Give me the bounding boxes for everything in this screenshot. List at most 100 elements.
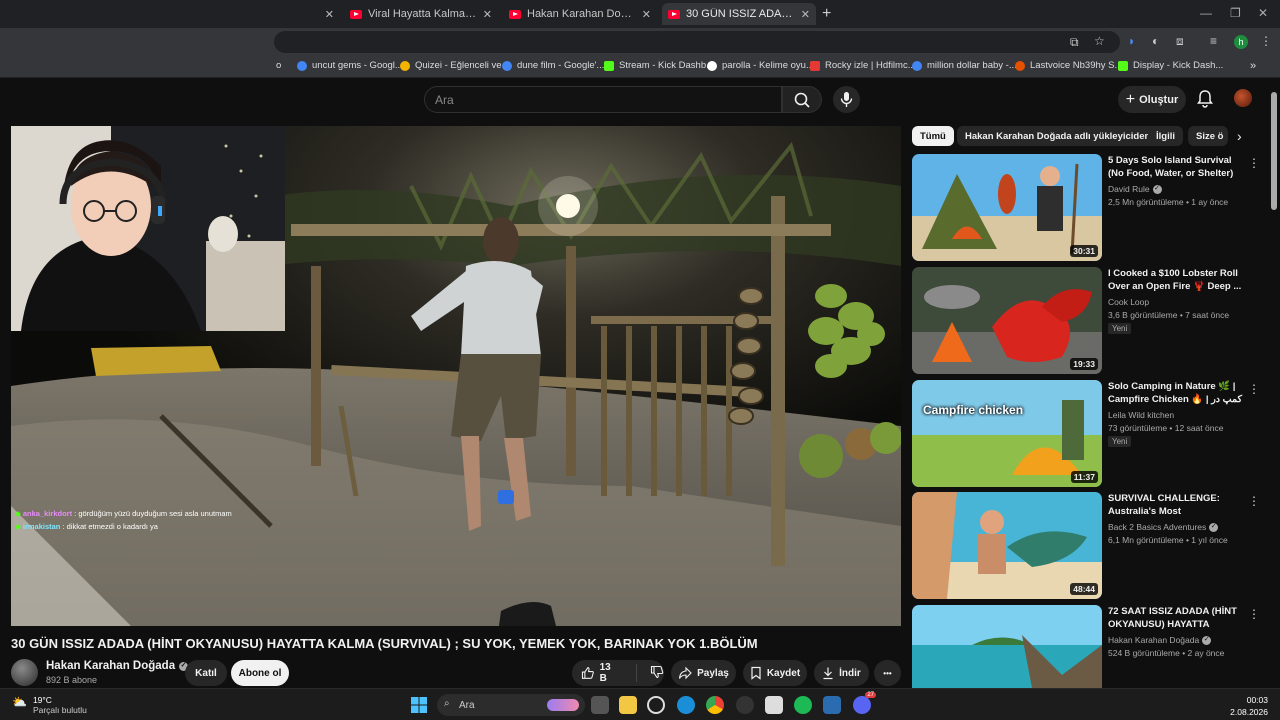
more-vert-icon[interactable]: ⋮ (1248, 494, 1260, 508)
close-icon[interactable]: ✕ (642, 8, 651, 21)
more-vert-icon[interactable]: ⋮ (1248, 382, 1260, 396)
bookmark-item[interactable]: Stream - Kick Dashb... (604, 60, 714, 71)
tab-partial[interactable]: ✕ (276, 3, 340, 25)
discord-icon[interactable]: 27 (853, 692, 876, 714)
app-icon[interactable] (823, 696, 841, 714)
save-button[interactable]: Kaydet (743, 660, 807, 686)
video-thumbnail[interactable]: 48:44 (912, 492, 1102, 599)
more-vert-icon[interactable]: ⋮ (1248, 156, 1260, 170)
profile-avatar[interactable]: h (1234, 35, 1248, 49)
media-queue-icon[interactable]: ≡ (1210, 34, 1217, 48)
bookmark-item[interactable]: million dollar baby -... (912, 60, 1017, 71)
chip-all[interactable]: Tümü (912, 126, 954, 146)
scrollbar-thumb[interactable] (1271, 92, 1277, 210)
recommendation-item[interactable]: Campfire chicken 11:37 Solo Camping in N… (912, 380, 1267, 488)
recommendation-item[interactable]: 48:44 SURVIVAL CHALLENGE: Australia's Mo… (912, 492, 1267, 600)
video-thumbnail[interactable] (912, 605, 1102, 688)
account-avatar[interactable] (1234, 89, 1252, 107)
rec-channel[interactable]: Hakan Karahan Doğada (1108, 635, 1212, 645)
bookmark-item[interactable]: dune film - Google'... (502, 60, 604, 71)
extension-icon-2[interactable]: ◐ (1152, 34, 1159, 48)
install-icon[interactable]: ⧉ (1070, 35, 1079, 50)
share-button[interactable]: Paylaş (671, 660, 736, 686)
bookmark-item[interactable]: uncut gems - Googl... (297, 60, 403, 71)
video-thumbnail[interactable]: Campfire chicken 11:37 (912, 380, 1102, 487)
task-view-icon[interactable] (591, 696, 609, 714)
recommendation-item[interactable]: 30:31 5 Days Solo Island Survival (No Fo… (912, 154, 1267, 262)
rec-title[interactable]: SURVIVAL CHALLENGE: Australia's Most Con… (1108, 492, 1244, 519)
chatgpt-icon[interactable] (647, 696, 665, 714)
chip-for-you[interactable]: Size ö (1188, 126, 1228, 146)
close-window-icon[interactable]: ✕ (1258, 6, 1268, 20)
bookmark-item[interactable]: Quizei - Eğlenceli ve... (400, 60, 510, 71)
spotify-icon[interactable] (794, 696, 812, 714)
file-explorer-icon[interactable] (619, 696, 637, 714)
video-thumbnail[interactable]: 19:33 (912, 267, 1102, 374)
badge-icon: ◆ (15, 522, 21, 531)
thumbs-up-icon (581, 667, 594, 679)
notifications-button[interactable] (1195, 89, 1215, 114)
close-icon[interactable]: ✕ (483, 8, 492, 21)
rec-title[interactable]: 5 Days Solo Island Survival (No Food, Wa… (1108, 154, 1244, 180)
bookmark-item[interactable]: parolla - Kelime oyu... (707, 60, 814, 71)
bookmark-partial[interactable]: o (276, 60, 281, 71)
create-button[interactable]: + Oluştur (1118, 86, 1186, 113)
rec-title[interactable]: Solo Camping in Nature 🌿 | Campfire Chic… (1108, 380, 1244, 407)
recommendation-item[interactable]: 72 SAAT ISSIZ ADADA (HİNT OKYANUSU) HAYA… (912, 605, 1267, 688)
system-clock[interactable]: 00:03 2.08.2026 (1230, 694, 1268, 718)
close-icon[interactable]: ✕ (801, 8, 810, 21)
like-button[interactable]: 13 B (581, 662, 620, 684)
tab-current[interactable]: 30 GÜN ISSIZ ADADA (HİNT OK... ✕ (662, 3, 816, 25)
more-bookmarks-icon[interactable]: » (1250, 60, 1256, 72)
channel-avatar[interactable] (11, 659, 38, 686)
more-vert-icon[interactable]: ⋮ (1248, 607, 1260, 621)
chat-overlay: ◆ anka_kirkdort : gördüğüm yüzü duyduğum… (15, 507, 232, 533)
dislike-button[interactable] (650, 665, 664, 682)
menu-icon[interactable]: ⋮ (1260, 34, 1272, 48)
google-icon (297, 60, 307, 71)
edge-icon[interactable] (677, 696, 695, 714)
voice-search-button[interactable] (833, 86, 860, 113)
maximize-icon[interactable]: ❐ (1230, 6, 1241, 20)
weather-widget[interactable]: ⛅ 19°C Parçalı bulutlu (12, 695, 87, 715)
address-bar[interactable]: ⧉ ☆ (274, 31, 1120, 53)
rec-title[interactable]: I Cooked a $100 Lobster Roll Over an Ope… (1108, 267, 1244, 293)
taskbar-search[interactable]: ⌕ Ara (437, 694, 585, 716)
search-button[interactable] (782, 86, 822, 113)
rec-channel[interactable]: Back 2 Basics Adventures (1108, 522, 1219, 532)
chevron-right-icon[interactable]: › (1237, 128, 1242, 144)
rec-channel[interactable]: Leila Wild kitchen (1108, 410, 1174, 420)
extension-icon[interactable]: ◗ (1128, 34, 1135, 48)
chip-related[interactable]: İlgili (1148, 126, 1183, 146)
bookmark-item[interactable]: Rocky izle | Hdfilmc... (810, 60, 916, 71)
download-button[interactable]: İndir (814, 660, 869, 686)
extensions-puzzle-icon[interactable]: ⧈ (1176, 34, 1184, 49)
rec-channel[interactable]: Cook Loop (1108, 297, 1149, 307)
bookmark-item[interactable]: Display - Kick Dash... (1118, 60, 1223, 71)
recommendation-item[interactable]: 19:33 I Cooked a $100 Lobster Roll Over … (912, 267, 1267, 375)
tab-channel[interactable]: Hakan Karahan Doğada - YouTu... ✕ (503, 3, 657, 25)
new-tab-button[interactable]: + (822, 5, 831, 23)
chip-uploader[interactable]: Hakan Karahan Doğada adlı yükleyiciden (957, 126, 1159, 146)
rec-channel[interactable]: David Rule (1108, 184, 1162, 194)
search-input[interactable]: Ara (424, 86, 782, 113)
join-button[interactable]: Katıl (185, 660, 227, 686)
more-actions-button[interactable]: ••• (874, 660, 901, 686)
bookmark-star-icon[interactable]: ☆ (1094, 34, 1105, 48)
minimize-icon[interactable]: — (1200, 6, 1212, 20)
bookmark-item[interactable]: Lastvoice Nb39hy S... (1015, 60, 1122, 71)
windows-taskbar: ⛅ 19°C Parçalı bulutlu ⌕ Ara 27 00:03 2.… (0, 688, 1280, 720)
tab-viral[interactable]: Viral Hayatta Kalma Yemek Hile... ✕ (344, 3, 498, 25)
video-title: 30 GÜN ISSIZ ADADA (HİNT OKYANUSU) HAYAT… (11, 636, 758, 651)
windows-start-icon[interactable] (410, 696, 428, 714)
search-highlight-icon (547, 699, 579, 711)
steam-icon[interactable] (736, 696, 754, 714)
channel-name[interactable]: Hakan Karahan Doğada (46, 660, 189, 672)
rec-title[interactable]: 72 SAAT ISSIZ ADADA (HİNT OKYANUSU) HAYA… (1108, 605, 1244, 632)
video-thumbnail[interactable]: 30:31 (912, 154, 1102, 261)
close-icon[interactable]: ✕ (325, 8, 334, 21)
chrome-icon[interactable] (706, 696, 724, 714)
obs-icon[interactable] (765, 696, 783, 714)
video-player[interactable]: ◆ anka_kirkdort : gördüğüm yüzü duyduğum… (11, 126, 901, 626)
subscribe-button[interactable]: Abone ol (231, 660, 289, 686)
